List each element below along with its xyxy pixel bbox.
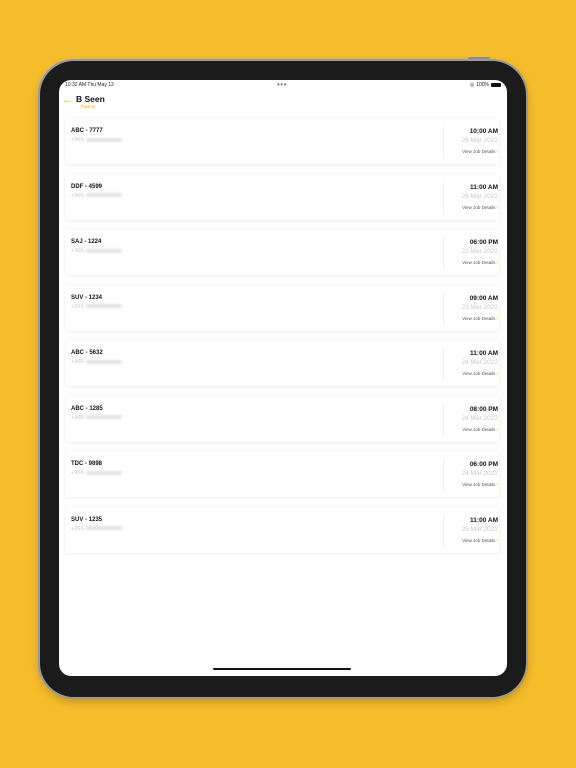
plate-number: TDC - 9898 <box>71 461 103 467</box>
job-date: 26 Mar 2022 <box>461 192 499 200</box>
job-date: 25 Mar 2022 <box>461 525 499 533</box>
job-date: 24 Mar 2022 <box>461 470 499 477</box>
job-card[interactable]: SAJ - 1224 +966- 06:00 PM 22 Mar 2022 Vi… <box>65 229 499 275</box>
multitask-dots[interactable]: ••• <box>277 80 287 89</box>
plate-number: ABC - 1285 <box>71 405 103 412</box>
chevron-right-icon: › <box>496 482 498 488</box>
view-job-details-link[interactable]: View Job Details› <box>444 538 498 544</box>
view-job-details-link[interactable]: View Job Details› <box>444 482 498 488</box>
plate-number: ABC - 7777 <box>71 128 103 134</box>
job-time: 06:00 PM <box>469 239 498 246</box>
phone-number: +966- <box>71 248 123 254</box>
job-schedule: 10:00 AM 26 Mar 2022 View Job Details› <box>443 126 499 158</box>
job-date: 23 Mar 2022 <box>461 303 499 311</box>
status-bar: 10:32 AM Thu May 12 ••• ◎ 100% <box>59 80 507 90</box>
phone-number: +966- <box>71 359 123 365</box>
phone-number: +263- <box>71 304 123 310</box>
phone-number: +263- <box>71 526 123 532</box>
job-card[interactable]: ABC - 1285 +966- 08:00 PM 24 Mar 2022 Vi… <box>65 395 499 442</box>
job-time: 08:00 PM <box>469 405 498 413</box>
view-job-details-link[interactable]: View Job Details› <box>444 260 498 266</box>
job-time: 10:00 AM <box>469 128 498 135</box>
page-subtitle: Partner <box>81 103 96 109</box>
job-time: 11:00 AM <box>470 183 498 191</box>
status-indicators: ◎ 100% <box>470 82 501 88</box>
job-card[interactable]: ABC - 7777 +966- 10:00 AM 26 Mar 2022 Vi… <box>65 118 499 164</box>
job-time: 11:00 AM <box>470 350 498 357</box>
job-card[interactable]: TDC - 9898 +966- 06:00 PM 24 Mar 2022 Vi… <box>65 451 499 497</box>
job-time: 06:00 PM <box>469 461 498 468</box>
page-title: B Seen <box>76 94 105 104</box>
job-schedule: 11:00 AM 26 Mar 2022 View Job Details› <box>443 181 499 214</box>
chevron-right-icon: › <box>496 371 498 377</box>
battery-percent: 100% <box>476 82 489 88</box>
status-time: 10:32 AM Thu May 12 <box>65 82 114 88</box>
job-card[interactable]: SUV - 1234 +263- 09:00 AM 23 Mar 2022 Vi… <box>65 284 499 331</box>
job-schedule: 09:00 AM 23 Mar 2022 View Job Details› <box>443 292 499 325</box>
job-schedule: 11:00 AM 24 Mar 2022 View Job Details› <box>443 348 499 380</box>
view-job-details-link[interactable]: View Job Details› <box>444 371 498 377</box>
job-time: 11:00 AM <box>470 516 498 524</box>
chevron-right-icon: › <box>496 204 498 211</box>
job-date: 24 Mar 2022 <box>461 359 499 366</box>
job-date: 24 Mar 2022 <box>461 414 499 422</box>
chevron-right-icon: › <box>496 149 498 155</box>
home-indicator[interactable] <box>213 667 351 670</box>
device-power-button <box>468 57 490 60</box>
job-schedule: 06:00 PM 24 Mar 2022 View Job Details› <box>443 459 499 491</box>
job-date: 26 Mar 2022 <box>461 137 499 144</box>
job-card[interactable]: ABC - 5632 +966- 11:00 AM 24 Mar 2022 Vi… <box>65 340 499 386</box>
plate-number: SAJ - 1224 <box>71 239 102 245</box>
back-arrow-icon[interactable]: ← <box>62 95 73 106</box>
plate-number: SUV - 1235 <box>71 516 103 523</box>
view-job-details-link[interactable]: View Job Details› <box>444 205 498 211</box>
plate-number: DDF - 4599 <box>71 183 103 190</box>
chevron-right-icon: › <box>496 260 498 266</box>
phone-number: +966- <box>71 137 123 143</box>
chevron-right-icon: › <box>496 315 498 322</box>
view-job-details-link[interactable]: View Job Details› <box>444 316 498 322</box>
view-job-details-link[interactable]: View Job Details› <box>444 427 498 433</box>
battery-icon <box>491 83 501 87</box>
job-schedule: 06:00 PM 22 Mar 2022 View Job Details› <box>443 237 499 269</box>
phone-number: +966- <box>71 415 123 421</box>
app-screen: 10:32 AM Thu May 12 ••• ◎ 100% ← B Seen … <box>59 80 507 676</box>
plate-number: ABC - 5632 <box>71 350 103 356</box>
job-schedule: 08:00 PM 24 Mar 2022 View Job Details› <box>443 403 499 436</box>
phone-number: +966- <box>71 193 123 199</box>
view-job-details-link[interactable]: View Job Details› <box>444 149 498 155</box>
phone-number: +966- <box>71 470 123 476</box>
job-time: 09:00 AM <box>469 294 498 302</box>
job-card[interactable]: DDF - 4599 +966- 11:00 AM 26 Mar 2022 Vi… <box>65 173 499 220</box>
chevron-right-icon: › <box>496 537 498 544</box>
wifi-icon: ◎ <box>469 82 475 88</box>
job-date: 22 Mar 2022 <box>461 248 499 255</box>
job-list: ABC - 7777 +966- 10:00 AM 26 Mar 2022 Vi… <box>65 118 499 562</box>
chevron-right-icon: › <box>496 426 498 433</box>
plate-number: SUV - 1234 <box>71 294 103 301</box>
app-header: ← B Seen Partner <box>59 93 507 115</box>
job-card[interactable]: SUV - 1235 +263- 11:00 AM 25 Mar 2022 Vi… <box>65 506 499 553</box>
job-schedule: 11:00 AM 25 Mar 2022 View Job Details› <box>443 514 499 547</box>
